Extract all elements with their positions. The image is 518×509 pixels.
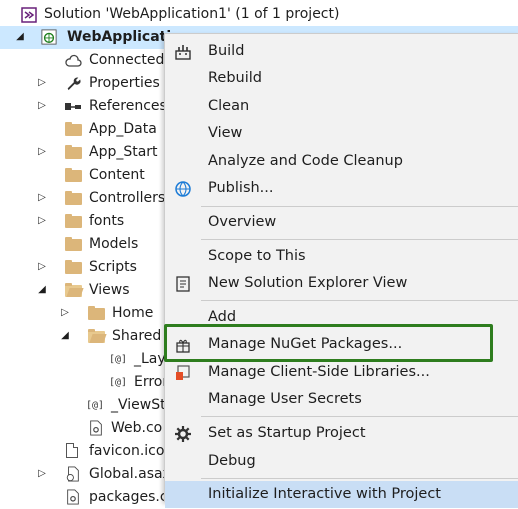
expand-arrow-icon[interactable]: ▷: [59, 307, 71, 319]
folder-icon: [65, 260, 82, 274]
expand-arrow-icon[interactable]: ▷: [36, 77, 48, 89]
tree-item-label: References: [89, 98, 167, 114]
open-folder-icon: [88, 329, 105, 343]
menu-item-label: Debug: [208, 453, 256, 469]
wrench-icon: [67, 77, 81, 91]
solution-label: Solution 'WebApplication1' (1 of 1 proje…: [44, 6, 340, 22]
menu-item-debug[interactable]: Debug: [165, 448, 518, 475]
tree-item-label: Error: [134, 374, 169, 390]
tree-item-label: Scripts: [89, 259, 137, 275]
globe-icon: [175, 181, 191, 197]
expand-arrow-icon[interactable]: ▷: [36, 468, 48, 480]
menu-item-label: Manage Client-Side Libraries...: [208, 364, 430, 380]
razor-file-icon: [@]: [109, 377, 128, 388]
menu-item-label: Set as Startup Project: [208, 425, 366, 441]
tree-item-label: App_Data: [89, 121, 157, 137]
tree-item-label: Views: [89, 282, 130, 298]
expand-arrow-icon[interactable]: ▷: [36, 261, 48, 273]
tree-item-label: _Lay: [134, 351, 166, 367]
menu-item-label: Manage User Secrets: [208, 391, 362, 407]
folder-icon: [65, 122, 82, 136]
tree-item-label: Home: [112, 305, 154, 321]
asax-file-icon: [66, 466, 79, 482]
menu-item-initialize-interactive[interactable]: Initialize Interactive with Project: [165, 481, 518, 508]
menu-item-publish[interactable]: Publish...: [165, 175, 518, 202]
expand-arrow-icon[interactable]: ▷: [36, 215, 48, 227]
config-file-icon: [90, 420, 102, 436]
tree-item-label: Content: [89, 167, 145, 183]
menu-separator: [201, 478, 518, 479]
folder-icon: [65, 237, 82, 251]
menu-item-label: Build: [208, 43, 245, 59]
config-file-icon: [67, 489, 79, 505]
tree-item-label: packages.c: [89, 489, 168, 505]
tree-item-label: Connected: [89, 52, 165, 68]
expand-arrow-icon[interactable]: ▷: [36, 146, 48, 158]
collapse-arrow-icon[interactable]: ◢: [36, 284, 48, 296]
libraries-icon: [176, 365, 190, 380]
razor-file-icon: [@]: [109, 354, 128, 365]
tree-item-label: Global.asax: [89, 466, 171, 482]
nuget-highlight-box: [164, 324, 493, 362]
menu-separator: [201, 239, 518, 240]
menu-item-label: Analyze and Code Cleanup: [208, 153, 403, 169]
menu-item-manage-user-secrets[interactable]: Manage User Secrets: [165, 386, 518, 413]
tree-item-label: Web.co: [111, 420, 163, 436]
menu-item-view[interactable]: View: [165, 120, 518, 147]
references-icon: [65, 103, 81, 110]
menu-item-clean[interactable]: Clean: [165, 93, 518, 120]
tree-item-label: _ViewSt: [111, 397, 166, 413]
tree-item-label: Properties: [89, 75, 160, 91]
menu-separator: [201, 206, 518, 207]
menu-item-label: Overview: [208, 214, 277, 230]
menu-item-overview[interactable]: Overview: [165, 209, 518, 236]
solution-row[interactable]: Solution 'WebApplication1' (1 of 1 proje…: [0, 3, 518, 26]
open-folder-icon: [65, 283, 82, 297]
folder-icon: [88, 306, 105, 320]
build-icon: [175, 45, 191, 60]
menu-item-set-as-startup-project[interactable]: Set as Startup Project: [165, 420, 518, 447]
folder-icon: [65, 214, 82, 228]
tree-item-label: Models: [89, 236, 139, 252]
tree-item-label: App_Start: [89, 144, 158, 160]
tree-item-label: favicon.ico: [89, 443, 165, 459]
collapse-arrow-icon[interactable]: ◢: [14, 31, 26, 43]
folder-icon: [65, 145, 82, 159]
menu-item-label: Rebuild: [208, 70, 262, 86]
new-view-icon: [176, 276, 190, 292]
menu-item-manage-client-side-libraries[interactable]: Manage Client-Side Libraries...: [165, 359, 518, 386]
menu-separator: [201, 416, 518, 417]
visual-studio-solution-icon: [21, 7, 37, 23]
menu-item-build[interactable]: Build: [165, 38, 518, 65]
tree-item-label: Shared: [112, 328, 162, 344]
expand-arrow-icon[interactable]: ▷: [36, 100, 48, 112]
menu-separator: [201, 300, 518, 301]
file-icon: [66, 443, 78, 458]
tree-item-label: fonts: [89, 213, 125, 229]
menu-item-scope-to-this[interactable]: Scope to This: [165, 243, 518, 270]
web-project-icon: [41, 29, 57, 45]
tree-item-label: Controllers: [89, 190, 166, 206]
menu-item-label: Clean: [208, 98, 250, 114]
menu-item-label: New Solution Explorer View: [208, 275, 408, 291]
menu-item-label: Publish...: [208, 180, 274, 196]
menu-item-label: View: [208, 125, 243, 141]
folder-icon: [65, 168, 82, 182]
expand-arrow-icon[interactable]: ▷: [36, 192, 48, 204]
razor-file-icon: [@]: [86, 400, 105, 411]
cloud-icon: [65, 54, 82, 67]
menu-item-new-solution-explorer-view[interactable]: New Solution Explorer View: [165, 270, 518, 297]
collapse-arrow-icon[interactable]: ◢: [59, 330, 71, 342]
menu-item-rebuild[interactable]: Rebuild: [165, 65, 518, 92]
menu-item-label: Initialize Interactive with Project: [208, 486, 441, 502]
menu-item-analyze[interactable]: Analyze and Code Cleanup: [165, 148, 518, 175]
gear-icon: [175, 426, 191, 442]
menu-item-label: Scope to This: [208, 248, 306, 264]
folder-icon: [65, 191, 82, 205]
context-menu: Build Rebuild Clean View Analyze and Cod…: [164, 33, 518, 508]
